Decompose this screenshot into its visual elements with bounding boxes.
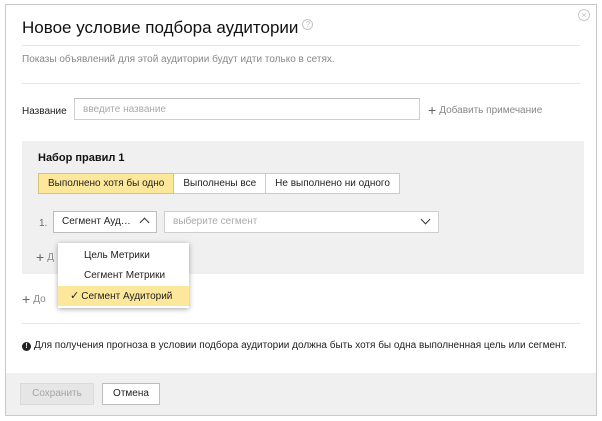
info-text: Для получения прогноза в условии подбора…: [34, 340, 567, 351]
plus-icon: +: [428, 102, 437, 118]
add-ruleset-label: До: [33, 294, 46, 305]
rule-number: 1.: [39, 218, 48, 229]
dropdown-option-metrika-goal[interactable]: Цель Метрики: [58, 246, 189, 266]
option-label: Сегмент Аудиторий: [81, 291, 173, 302]
divider: [22, 323, 580, 324]
name-input[interactable]: [74, 98, 420, 120]
rule-type-dropdown: Цель Метрики Сегмент Метрики ✓ Сегмент Ау…: [58, 243, 189, 308]
cancel-button[interactable]: Отмена: [102, 383, 160, 405]
dialog-footer: Сохранить Отмена: [6, 373, 596, 415]
rule-type-value: Сегмент Ауд…: [62, 216, 131, 227]
plus-icon: +: [22, 291, 31, 307]
dropdown-option-metrika-segment[interactable]: Сегмент Метрики: [58, 266, 189, 286]
segment-select[interactable]: выберите сегмент: [164, 211, 439, 233]
ruleset-title: Набор правил 1: [38, 152, 125, 164]
name-label: Название: [22, 106, 67, 117]
dropdown-option-audience-segment[interactable]: ✓ Сегмент Аудиторий: [58, 286, 189, 306]
mode-any-button[interactable]: Выполнено хотя бы одно: [38, 173, 175, 194]
divider: [22, 45, 580, 46]
segment-placeholder: выберите сегмент: [173, 216, 258, 227]
audience-condition-dialog: × Новое условие подбора аудитории? Показ…: [5, 4, 597, 416]
add-ruleset-link[interactable]: + До: [22, 291, 46, 307]
help-icon[interactable]: ?: [302, 19, 314, 30]
option-label: Сегмент Метрики: [84, 270, 166, 281]
check-icon: ✓: [70, 290, 80, 302]
chevron-up-icon: [139, 217, 150, 228]
dialog-subtitle: Показы объявлений для этой аудитории буд…: [22, 54, 335, 65]
add-rule-link[interactable]: + Д: [36, 249, 54, 265]
rule-mode-switch: Выполнено хотя бы одно Выполнены все Не …: [38, 173, 400, 194]
chevron-down-icon: [420, 214, 431, 225]
forecast-info: ! Для получения прогноза в условии подбор…: [22, 340, 582, 351]
dialog-title-text: Новое условие подбора аудитории: [22, 18, 299, 37]
info-icon: !: [22, 342, 31, 351]
option-label: Цель Метрики: [84, 250, 150, 261]
rule-type-select[interactable]: Сегмент Ауд…: [53, 211, 157, 233]
dialog-title: Новое условие подбора аудитории?: [22, 18, 314, 38]
add-note-label: Добавить примечание: [439, 105, 543, 116]
mode-all-button[interactable]: Выполнены все: [173, 173, 267, 194]
divider: [22, 83, 580, 84]
mode-none-button[interactable]: Не выполнено ни одного: [265, 173, 400, 194]
add-note-link[interactable]: + Добавить примечание: [428, 102, 542, 118]
save-button[interactable]: Сохранить: [20, 383, 94, 405]
close-icon[interactable]: ×: [578, 9, 590, 21]
plus-icon: +: [36, 249, 45, 265]
add-rule-label: Д: [47, 252, 54, 263]
